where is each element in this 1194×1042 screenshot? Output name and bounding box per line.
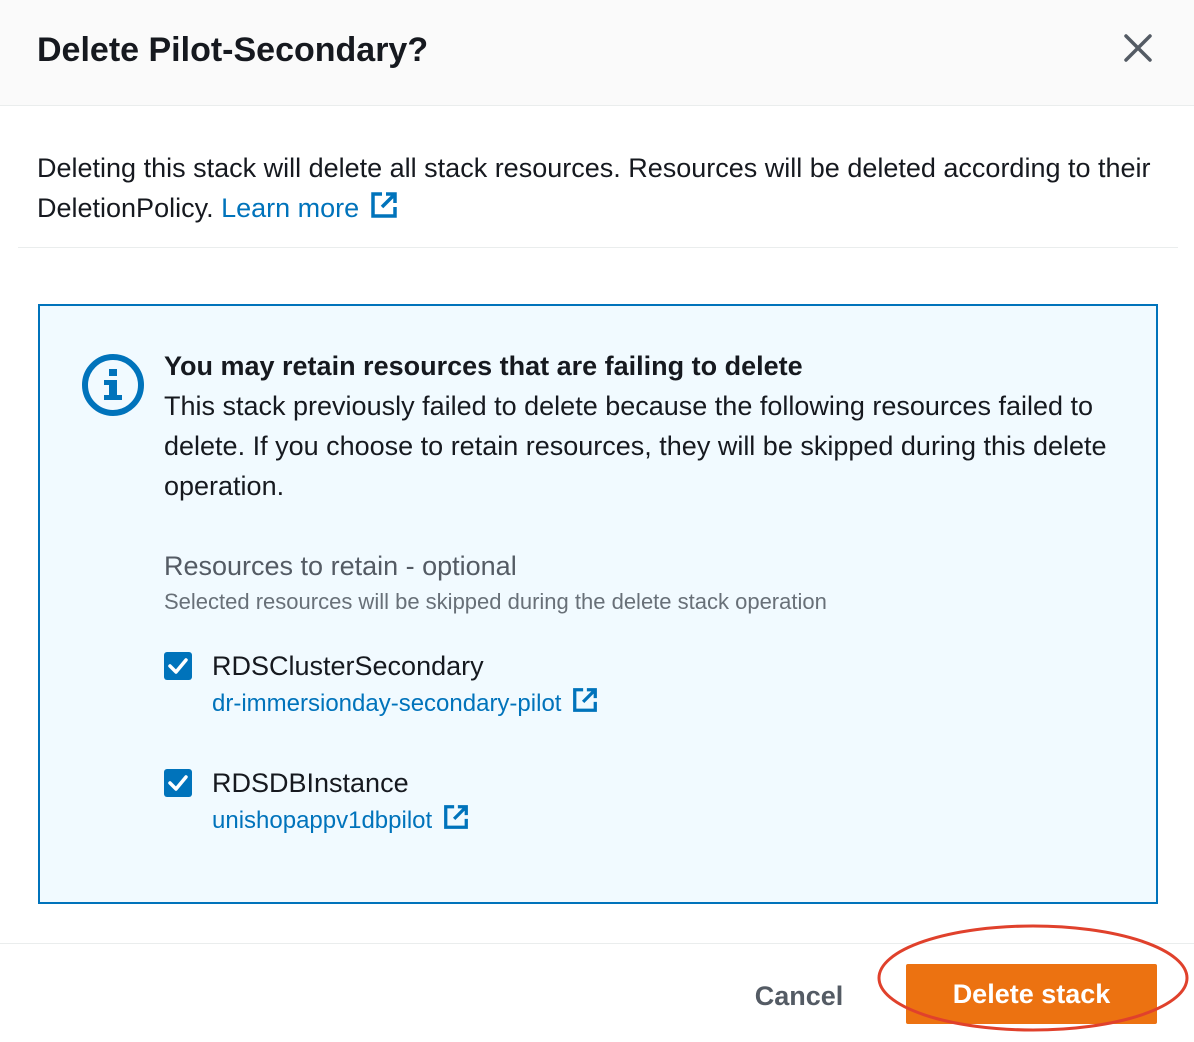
resource-name: RDSClusterSecondary [212, 651, 484, 681]
checkmark-icon [168, 775, 188, 791]
resource-option-rdsdbinstance: RDSDBInstance unishopappv1dbpilot [164, 763, 1114, 842]
resource-link-label: unishopappv1dbpilot [212, 807, 433, 834]
checkbox-rdsdbinstance[interactable] [164, 769, 192, 797]
description-text: Deleting this stack will delete all stac… [37, 153, 1151, 223]
checkmark-icon [168, 658, 188, 674]
resource-link-label: dr-immersionday-secondary-pilot [212, 690, 562, 717]
cancel-button[interactable]: Cancel [737, 968, 861, 1024]
section-divider [18, 247, 1178, 248]
learn-more-link[interactable]: Learn more [221, 192, 399, 223]
close-icon[interactable] [1116, 26, 1160, 70]
resources-field-description: Selected resources will be skipped durin… [164, 589, 827, 614]
resource-link[interactable]: dr-immersionday-secondary-pilot [212, 688, 599, 717]
checkbox-rdsclustersecondary[interactable] [164, 652, 192, 680]
info-icon [80, 352, 146, 418]
resource-link[interactable]: unishopappv1dbpilot [212, 805, 470, 834]
dialog-header: Delete Pilot-Secondary? [0, 0, 1194, 106]
external-link-icon [369, 190, 399, 231]
footer-divider [0, 943, 1194, 944]
dialog-description: Deleting this stack will delete all stac… [37, 148, 1167, 231]
dialog-title: Delete Pilot-Secondary? [37, 31, 429, 69]
alert-content: You may retain resources that are failin… [164, 346, 1114, 842]
resources-field-label: Resources to retain - optional [164, 551, 517, 581]
external-link-icon [442, 803, 470, 842]
alert-body: This stack previously failed to delete b… [164, 391, 1107, 501]
learn-more-label: Learn more [221, 193, 360, 223]
resource-option-rdsclustersecondary: RDSClusterSecondary dr-immersionday-seco… [164, 646, 1114, 725]
alert-title: You may retain resources that are failin… [164, 351, 803, 381]
external-link-icon [571, 686, 599, 725]
resource-name: RDSDBInstance [212, 768, 409, 798]
info-alert: You may retain resources that are failin… [38, 304, 1158, 904]
delete-stack-button[interactable]: Delete stack [906, 964, 1157, 1024]
